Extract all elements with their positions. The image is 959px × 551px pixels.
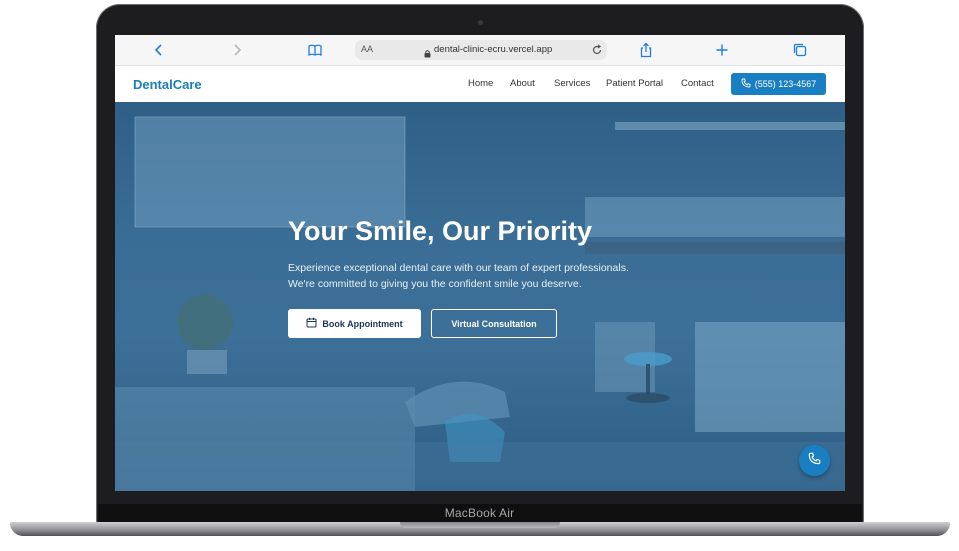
tabs-icon[interactable]: [792, 42, 808, 58]
nav-about[interactable]: About: [510, 78, 535, 89]
hero-subtitle-line-2: We're committed to giving you the confid…: [288, 278, 582, 290]
reload-icon[interactable]: [591, 43, 603, 61]
hero-title: Your Smile, Our Priority: [288, 216, 593, 246]
book-appointment-label: Book Appointment: [322, 318, 403, 329]
nav-home[interactable]: Home: [468, 78, 493, 89]
site-navbar: DentalCare Home About Services Patient P…: [115, 66, 845, 102]
hero-background-image: [115, 116, 845, 491]
back-icon[interactable]: [151, 42, 167, 58]
new-tab-icon[interactable]: [714, 42, 730, 58]
address-bar[interactable]: AA dental-clinic-ecru.vercel.app: [355, 40, 607, 60]
forward-icon[interactable]: [229, 42, 245, 58]
nav-patient-portal[interactable]: Patient Portal: [606, 78, 663, 89]
share-icon[interactable]: [638, 42, 654, 58]
book-appointment-button[interactable]: Book Appointment: [288, 309, 421, 338]
browser-toolbar: AA dental-clinic-ecru.vercel.app: [115, 35, 845, 66]
lock-icon: [424, 45, 431, 63]
virtual-consultation-button[interactable]: Virtual Consultation: [431, 309, 557, 338]
url-text: dental-clinic-ecru.vercel.app: [434, 44, 553, 55]
calendar-icon: [306, 317, 317, 330]
hero-subtitle-line-1: Experience exceptional dental care with …: [288, 262, 629, 274]
text-size-button[interactable]: AA: [361, 44, 373, 54]
phone-icon: [808, 452, 821, 470]
browser-screen: AA dental-clinic-ecru.vercel.app DentalC…: [115, 35, 845, 491]
nav-contact[interactable]: Contact: [681, 78, 714, 89]
phone-button[interactable]: (555) 123-4567: [731, 73, 826, 95]
device-label: MacBook Air: [444, 506, 515, 520]
nav-services[interactable]: Services: [554, 78, 590, 89]
phone-button-label: (555) 123-4567: [754, 79, 817, 89]
bookmarks-icon[interactable]: [307, 42, 323, 58]
site-logo[interactable]: DentalCare: [133, 77, 202, 92]
hero-subtitle: Experience exceptional dental care with …: [288, 260, 688, 292]
camera-icon: [478, 20, 483, 25]
floating-call-button[interactable]: [799, 445, 830, 476]
laptop-notch: [400, 522, 560, 528]
hero-section: Your Smile, Our Priority Experience exce…: [115, 102, 845, 491]
phone-icon: [741, 78, 751, 90]
